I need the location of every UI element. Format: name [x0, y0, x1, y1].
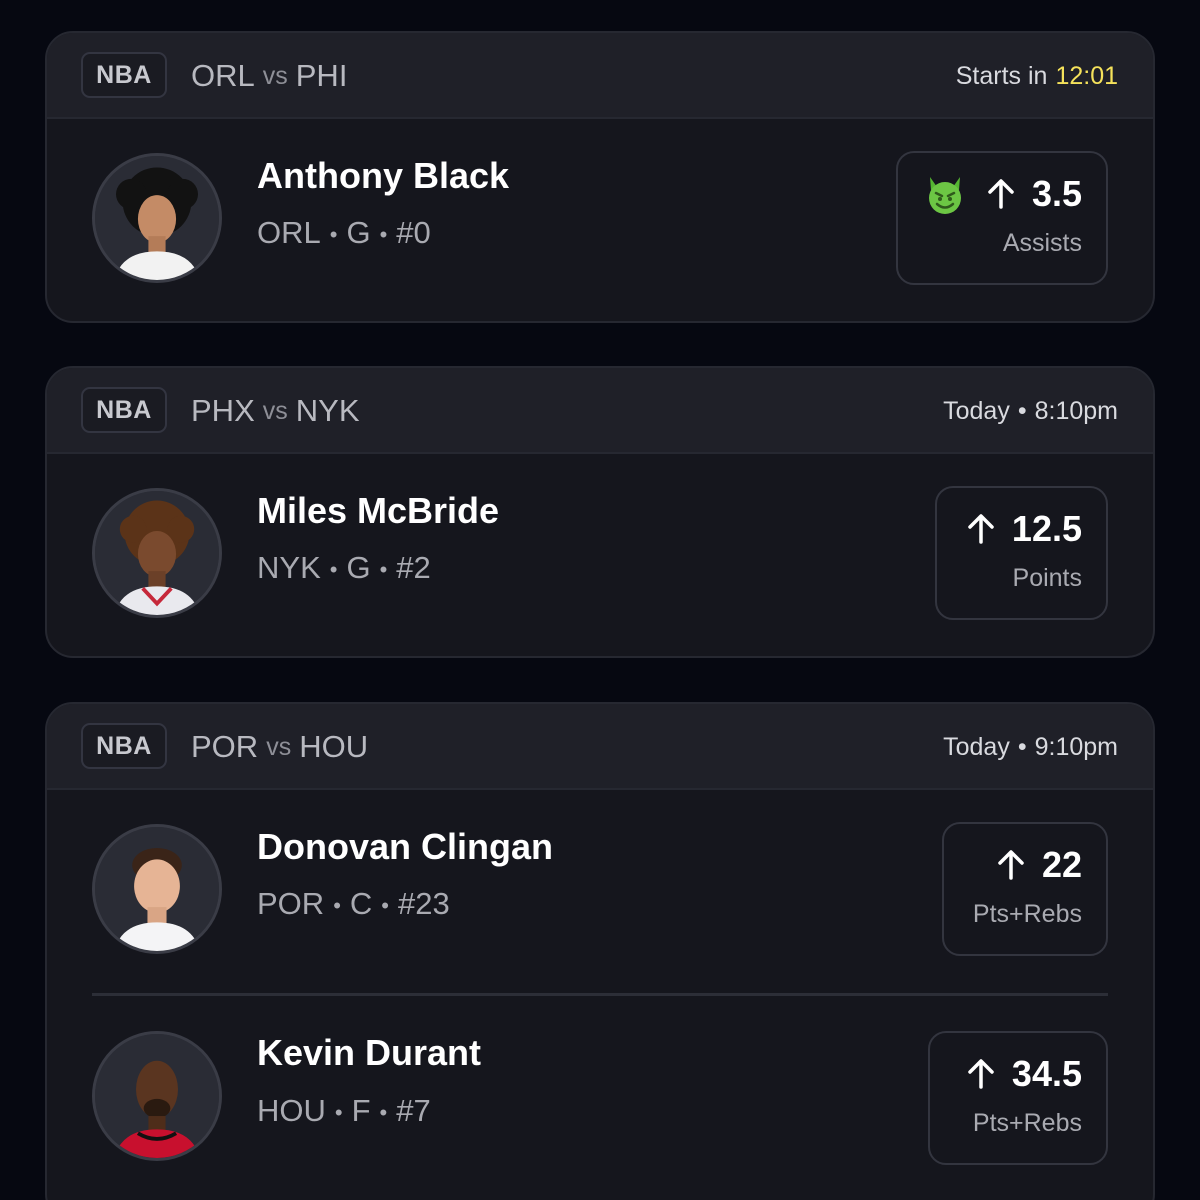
player-meta: POR • C • #23 — [257, 886, 450, 922]
player-avatar — [92, 1031, 222, 1161]
player-team: POR — [257, 886, 325, 921]
pick-value: 34.5 — [1011, 1053, 1082, 1094]
game-card: NBA POR vs HOU Today • 9:10pm Donovan Cl… — [45, 702, 1155, 1200]
game-clock: 9:10pm — [1034, 732, 1118, 761]
meta-separator: • — [381, 892, 389, 918]
game-day: Today — [943, 732, 1010, 761]
meta-separator: • — [379, 556, 388, 582]
player-position: G — [346, 550, 371, 585]
pick-button[interactable]: 22 Pts+Rebs — [942, 822, 1108, 956]
player-meta: HOU • F • #7 — [257, 1093, 431, 1129]
pick-stat-type: Pts+Rebs — [972, 1109, 1082, 1137]
pick-value: 22 — [1041, 844, 1082, 885]
league-badge: NBA — [81, 52, 167, 98]
vs-label: vs — [266, 732, 292, 761]
player-avatar — [92, 488, 222, 618]
player-row[interactable]: Miles McBride NYK • G • #2 12.5 Points — [47, 454, 1153, 656]
pick-button[interactable]: 3.5 Assists — [896, 151, 1108, 285]
league-badge: NBA — [81, 723, 167, 769]
player-number: #2 — [396, 550, 431, 585]
matchup: POR vs HOU — [191, 704, 368, 790]
game-header: NBA ORL vs PHI Starts in 12:01 — [47, 33, 1153, 119]
time-separator: • — [1017, 396, 1027, 425]
pick-button[interactable]: 12.5 Points — [935, 486, 1108, 620]
player-row[interactable]: Anthony Black ORL • G • #0 3.5 Assists — [47, 119, 1153, 321]
vs-label: vs — [262, 396, 288, 425]
away-team: PHX — [191, 393, 255, 428]
player-name: Kevin Durant — [257, 1032, 482, 1073]
pick-stat-type: Assists — [1002, 229, 1082, 257]
up-arrow-icon — [998, 850, 1024, 880]
pick-value: 3.5 — [1031, 173, 1082, 214]
player-position: F — [351, 1093, 371, 1128]
player-name: Miles McBride — [257, 490, 500, 531]
up-arrow-icon — [968, 1059, 994, 1089]
pick-line: 34.5 — [966, 1053, 1082, 1095]
player-meta: NYK • G • #2 — [257, 550, 431, 586]
game-header: NBA PHX vs NYK Today • 8:10pm — [47, 368, 1153, 454]
player-row[interactable]: Donovan Clingan POR • C • #23 22 Pts+Rebs — [47, 790, 1153, 993]
up-arrow-icon — [988, 179, 1014, 209]
meta-separator: • — [329, 221, 338, 247]
pick-line: 22 — [996, 844, 1082, 886]
player-name: Donovan Clingan — [257, 826, 553, 867]
pick-stat-type: Points — [1012, 564, 1082, 592]
pick-button[interactable]: 34.5 Pts+Rebs — [928, 1031, 1108, 1165]
player-name: Anthony Black — [257, 155, 510, 196]
game-header: NBA POR vs HOU Today • 9:10pm — [47, 704, 1153, 790]
matchup: PHX vs NYK — [191, 368, 360, 454]
devil-emoji-icon — [928, 177, 961, 214]
meta-separator: • — [379, 221, 388, 247]
away-team: ORL — [191, 58, 255, 93]
player-number: #0 — [396, 215, 431, 250]
player-number: #7 — [396, 1093, 431, 1128]
home-team: NYK — [295, 393, 360, 428]
pick-line: 12.5 — [966, 508, 1082, 550]
countdown-timer: 12:01 — [1055, 61, 1118, 90]
player-team: ORL — [257, 215, 321, 250]
player-position: G — [346, 215, 371, 250]
time-prefix: Starts in — [955, 61, 1048, 90]
player-avatar — [92, 824, 222, 954]
time-separator: • — [1017, 732, 1027, 761]
vs-label: vs — [262, 61, 288, 90]
player-avatar — [92, 153, 222, 283]
away-team: POR — [191, 729, 259, 764]
league-badge: NBA — [81, 387, 167, 433]
meta-separator: • — [333, 892, 341, 918]
matchup: ORL vs PHI — [191, 33, 347, 119]
pick-stat-type: Pts+Rebs — [972, 900, 1082, 928]
game-start-time: Today • 8:10pm — [943, 368, 1118, 454]
meta-separator: • — [329, 556, 338, 582]
game-clock: 8:10pm — [1034, 396, 1118, 425]
meta-separator: • — [379, 1099, 388, 1125]
game-start-time: Today • 9:10pm — [943, 704, 1118, 790]
player-position: C — [349, 886, 373, 921]
game-card: NBA ORL vs PHI Starts in 12:01 Anthony B… — [45, 31, 1155, 323]
meta-separator: • — [334, 1099, 343, 1125]
game-card: NBA PHX vs NYK Today • 8:10pm Miles McBr… — [45, 366, 1155, 658]
player-team: NYK — [257, 550, 321, 585]
home-team: HOU — [299, 729, 369, 764]
player-meta: ORL • G • #0 — [257, 215, 431, 251]
player-row[interactable]: Kevin Durant HOU • F • #7 34.5 Pts+Rebs — [47, 996, 1153, 1199]
game-start-time: Starts in 12:01 — [956, 33, 1118, 119]
up-arrow-icon — [968, 514, 994, 544]
player-number: #23 — [397, 886, 450, 921]
game-day: Today — [943, 396, 1010, 425]
pick-line: 3.5 — [924, 173, 1082, 215]
pick-list: NBA ORL vs PHI Starts in 12:01 Anthony B… — [0, 0, 1200, 1200]
player-team: HOU — [257, 1093, 326, 1128]
pick-value: 12.5 — [1011, 508, 1082, 549]
home-team: PHI — [295, 58, 348, 93]
